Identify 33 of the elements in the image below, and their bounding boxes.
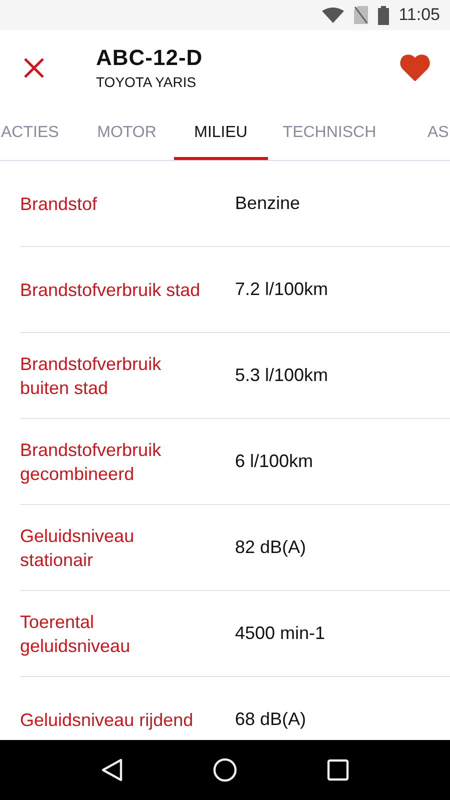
home-button[interactable] [213, 758, 237, 782]
license-plate: ABC-12-D [96, 45, 204, 71]
clock: 11:05 [398, 5, 440, 25]
field-label: Geluidsniveau stationair [20, 524, 136, 572]
back-icon [101, 758, 123, 782]
tab[interactable]: TECHNISCH [268, 105, 392, 160]
field-label: Brandstofverbruik buiten stad [20, 352, 162, 400]
tab[interactable]: AS [391, 105, 450, 160]
field-value: 68 dB(A) [235, 709, 306, 730]
field-label: Brandstof [20, 192, 98, 216]
field-label: Toerental geluidsniveau [20, 610, 132, 658]
field-label: Brandstofverbruik stad [20, 278, 202, 302]
field-label: Geluidsniveau rijdend [20, 708, 194, 732]
field-value: 7.2 l/100km [235, 279, 328, 300]
field-value: 82 dB(A) [235, 537, 306, 558]
field-value: 6 l/100km [235, 451, 314, 472]
field-value: Benzine [235, 193, 300, 214]
recents-button[interactable] [327, 759, 349, 781]
heart-icon [400, 54, 430, 81]
wifi-icon [322, 7, 344, 23]
home-icon [213, 758, 237, 782]
close-icon [22, 56, 46, 80]
tab[interactable]: ACTIES [0, 105, 80, 160]
field-value: 4500 min-1 [235, 623, 326, 644]
no-sim-icon [354, 6, 368, 24]
field-value: 5.3 l/100km [235, 365, 328, 386]
recents-icon [327, 759, 349, 781]
battery-icon [378, 6, 389, 24]
car-model: TOYOTA YARIS [96, 74, 198, 90]
tab[interactable]: MOTOR [80, 105, 174, 160]
field-label: Brandstofverbruik gecombineerd [20, 438, 162, 486]
back-button[interactable] [101, 758, 123, 782]
tab[interactable]: MILIEU [174, 105, 268, 160]
